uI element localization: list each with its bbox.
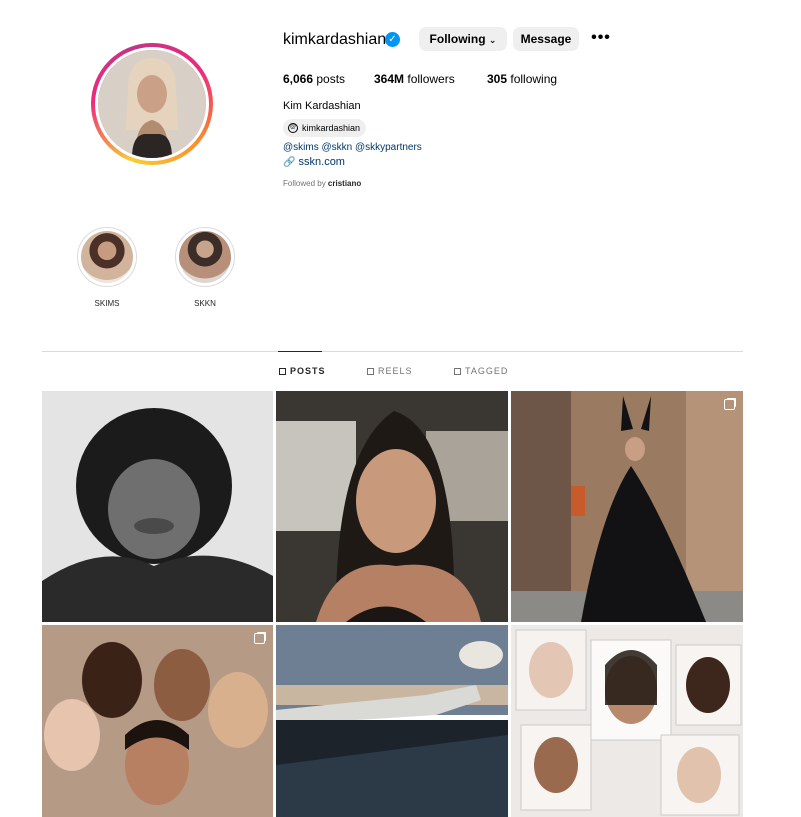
- tagged-icon: [454, 367, 461, 375]
- post-tile[interactable]: [42, 391, 273, 622]
- highlight-image: [179, 231, 231, 283]
- message-button[interactable]: Message: [513, 27, 579, 51]
- post-image: [42, 391, 273, 622]
- post-tile[interactable]: [276, 625, 508, 817]
- following-stat[interactable]: 305 following: [487, 72, 557, 86]
- post-image: [511, 625, 743, 817]
- followed-by-prefix: Followed by: [283, 179, 326, 188]
- threads-handle: kimkardashian: [302, 123, 361, 133]
- followed-by-user: cristiano: [327, 179, 362, 188]
- avatar-illustration: [98, 50, 206, 158]
- tab-reels[interactable]: REELS: [367, 366, 413, 376]
- following-button-label: Following: [429, 32, 486, 46]
- posts-count: 6,066: [283, 72, 314, 86]
- reels-icon: [367, 367, 374, 375]
- highlight-skkn[interactable]: SKKN: [174, 227, 236, 308]
- bio-link[interactable]: 🔗 sskn.com: [283, 156, 345, 168]
- followers-label: followers: [407, 72, 455, 86]
- post-image: [42, 625, 273, 817]
- tab-posts[interactable]: POSTS: [279, 366, 326, 376]
- highlight-ring: [175, 227, 235, 287]
- highlight-label: SKKN: [194, 299, 216, 308]
- more-options-icon[interactable]: •••: [590, 29, 612, 49]
- link-icon: 🔗: [283, 157, 296, 168]
- followers-stat[interactable]: 364M followers: [374, 72, 455, 86]
- profile-username: kimkardashian: [283, 31, 387, 48]
- multiple-posts-icon: [724, 399, 735, 410]
- tab-posts-label: POSTS: [290, 366, 326, 376]
- avatar-border: [95, 47, 209, 161]
- tab-reels-label: REELS: [378, 366, 413, 376]
- tabs-divider: [42, 351, 743, 352]
- multiple-posts-icon: [254, 633, 265, 644]
- verified-badge-icon: ✓: [385, 32, 400, 47]
- threads-icon: @: [288, 123, 298, 133]
- post-tile[interactable]: [276, 391, 508, 622]
- post-image: [276, 625, 508, 817]
- chevron-down-icon: ⌄: [488, 35, 497, 45]
- highlight-image: [81, 231, 133, 283]
- active-tab-indicator: [278, 351, 322, 352]
- profile-full-name: Kim Kardashian: [283, 100, 361, 112]
- following-button[interactable]: Following ⌄: [419, 27, 507, 51]
- threads-badge[interactable]: @ kimkardashian: [283, 119, 367, 137]
- grid-icon: [279, 367, 286, 375]
- bio-mentions[interactable]: @skims @skkn @skkypartners: [283, 142, 422, 153]
- post-tile[interactable]: [511, 391, 743, 622]
- profile-avatar[interactable]: [91, 43, 213, 165]
- post-tile[interactable]: [42, 625, 273, 817]
- highlight-label: SKIMS: [94, 299, 120, 308]
- following-label: following: [510, 72, 558, 86]
- tab-tagged[interactable]: TAGGED: [454, 366, 508, 376]
- highlight-skims[interactable]: SKIMS: [76, 227, 138, 308]
- post-image: [511, 391, 743, 622]
- bio-link-text: sskn.com: [298, 156, 345, 168]
- posts-stat: 6,066 posts: [283, 72, 345, 86]
- followed-by[interactable]: Followed by cristiano: [283, 179, 361, 188]
- posts-label: posts: [316, 72, 346, 86]
- post-tile[interactable]: [511, 625, 743, 817]
- tab-tagged-label: TAGGED: [465, 366, 509, 376]
- avatar-image: [98, 50, 206, 158]
- post-image: [276, 391, 508, 622]
- followers-count: 364M: [374, 72, 405, 86]
- highlight-ring: [77, 227, 137, 287]
- following-count: 305: [487, 72, 508, 86]
